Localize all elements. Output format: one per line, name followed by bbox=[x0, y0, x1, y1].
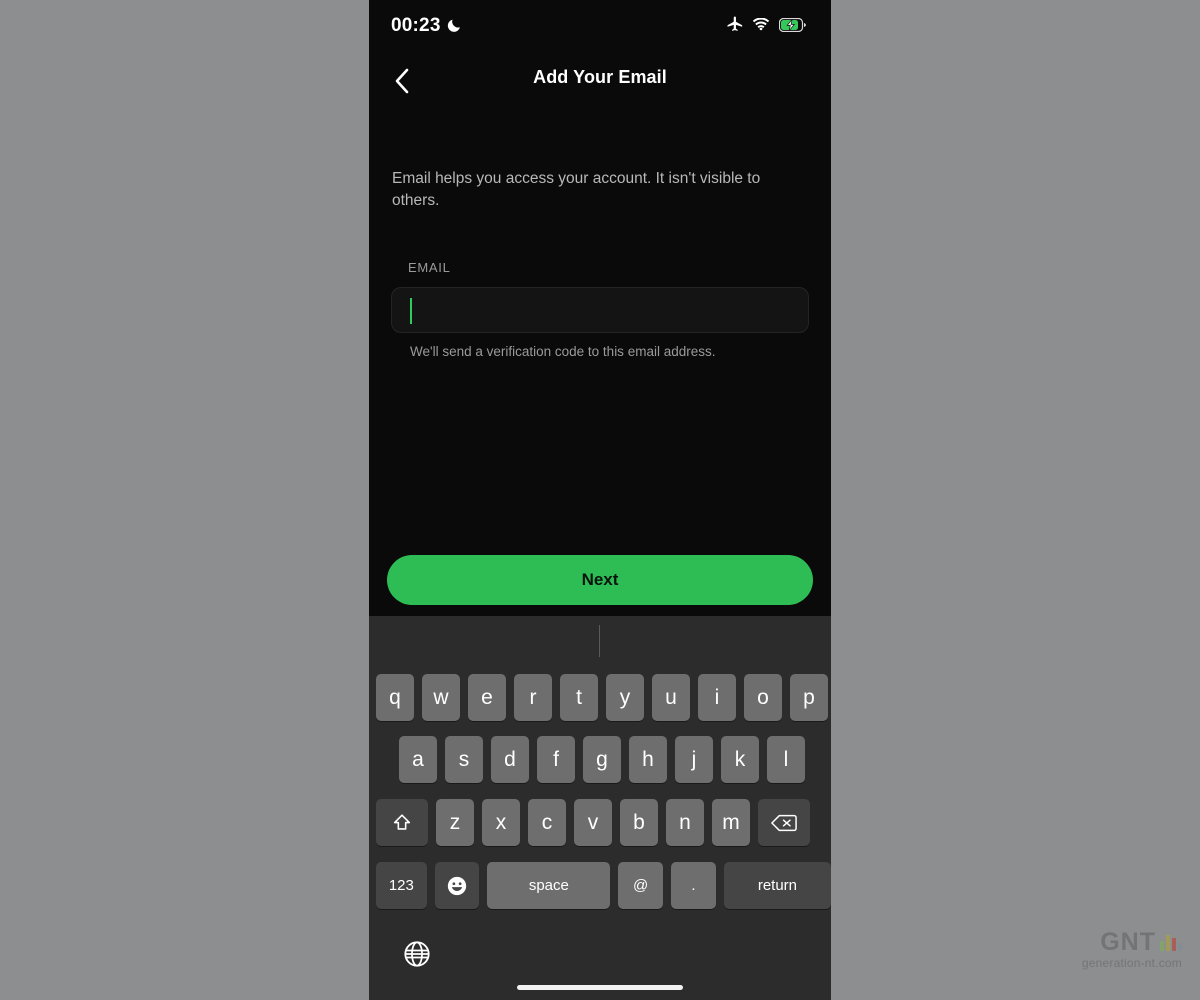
backspace-key[interactable] bbox=[758, 799, 810, 846]
key-o[interactable]: o bbox=[744, 674, 782, 721]
keyboard-row-4: 123 space @ . return bbox=[369, 862, 831, 909]
status-bar: 00:23 bbox=[369, 0, 831, 52]
email-input[interactable] bbox=[391, 287, 809, 333]
key-u[interactable]: u bbox=[652, 674, 690, 721]
key-t[interactable]: t bbox=[560, 674, 598, 721]
shift-key[interactable] bbox=[376, 799, 428, 846]
globe-key[interactable] bbox=[402, 939, 432, 969]
watermark-word: GNT bbox=[1100, 928, 1156, 956]
return-key[interactable]: return bbox=[723, 862, 831, 909]
watermark-bar-1 bbox=[1160, 941, 1164, 951]
key-y[interactable]: y bbox=[606, 674, 644, 721]
on-screen-keyboard: q w e r t y u i o p a s d f g h j k l z … bbox=[369, 616, 831, 1000]
key-r[interactable]: r bbox=[514, 674, 552, 721]
key-a[interactable]: a bbox=[399, 736, 437, 783]
key-g[interactable]: g bbox=[583, 736, 621, 783]
key-d[interactable]: d bbox=[491, 736, 529, 783]
watermark-domain: generation-nt.com bbox=[1081, 956, 1182, 970]
email-helper-text: We'll send a verification code to this e… bbox=[410, 344, 716, 359]
emoji-smiley-icon bbox=[447, 876, 467, 895]
key-i[interactable]: i bbox=[698, 674, 736, 721]
keyboard-row-1: q w e r t y u i o p bbox=[369, 674, 831, 721]
backspace-icon bbox=[771, 814, 797, 831]
predictive-divider bbox=[599, 625, 600, 657]
key-h[interactable]: h bbox=[629, 736, 667, 783]
battery-charging-icon bbox=[779, 17, 806, 32]
shift-arrow-icon bbox=[393, 813, 411, 830]
at-key[interactable]: @ bbox=[618, 862, 664, 909]
numbers-key[interactable]: 123 bbox=[376, 862, 427, 909]
status-bar-time: 00:23 bbox=[391, 15, 441, 36]
next-button[interactable]: Next bbox=[387, 555, 813, 605]
status-bar-icons bbox=[726, 16, 807, 33]
predictive-text-bar[interactable] bbox=[369, 616, 831, 666]
key-e[interactable]: e bbox=[468, 674, 506, 721]
emoji-key[interactable] bbox=[434, 862, 480, 909]
globe-icon bbox=[404, 941, 430, 967]
key-m[interactable]: m bbox=[712, 799, 750, 846]
watermark-bar-4 bbox=[1178, 943, 1182, 951]
key-p[interactable]: p bbox=[790, 674, 828, 721]
wifi-icon bbox=[752, 17, 770, 30]
space-key[interactable]: space bbox=[487, 862, 611, 909]
watermark-bar-2 bbox=[1166, 935, 1170, 951]
key-q[interactable]: q bbox=[376, 674, 414, 721]
period-key[interactable]: . bbox=[671, 862, 716, 909]
home-indicator bbox=[517, 985, 683, 990]
key-x[interactable]: x bbox=[482, 799, 520, 846]
keyboard-row-3: z x c v b n m bbox=[369, 799, 831, 846]
key-w[interactable]: w bbox=[422, 674, 460, 721]
key-c[interactable]: c bbox=[528, 799, 566, 846]
intro-description: Email helps you access your account. It … bbox=[392, 170, 761, 209]
key-v[interactable]: v bbox=[574, 799, 612, 846]
nav-bar: Add Your Email bbox=[369, 52, 831, 108]
page-title: Add Your Email bbox=[533, 67, 667, 87]
key-n[interactable]: n bbox=[666, 799, 704, 846]
watermark-bar-3 bbox=[1172, 938, 1176, 951]
key-f[interactable]: f bbox=[537, 736, 575, 783]
key-z[interactable]: z bbox=[436, 799, 474, 846]
key-s[interactable]: s bbox=[445, 736, 483, 783]
text-caret bbox=[410, 298, 412, 324]
watermark-bars bbox=[1160, 935, 1182, 955]
key-l[interactable]: l bbox=[767, 736, 805, 783]
airplane-mode-icon bbox=[727, 16, 743, 31]
watermark-logo: GNT bbox=[1082, 930, 1182, 955]
crescent-moon-icon bbox=[447, 19, 460, 32]
keyboard-row-2: a s d f g h j k l bbox=[369, 736, 831, 783]
watermark: GNT generation-nt.com bbox=[1082, 930, 1182, 970]
email-field-label: EMAIL bbox=[408, 260, 451, 275]
key-b[interactable]: b bbox=[620, 799, 658, 846]
key-k[interactable]: k bbox=[721, 736, 759, 783]
key-j[interactable]: j bbox=[675, 736, 713, 783]
